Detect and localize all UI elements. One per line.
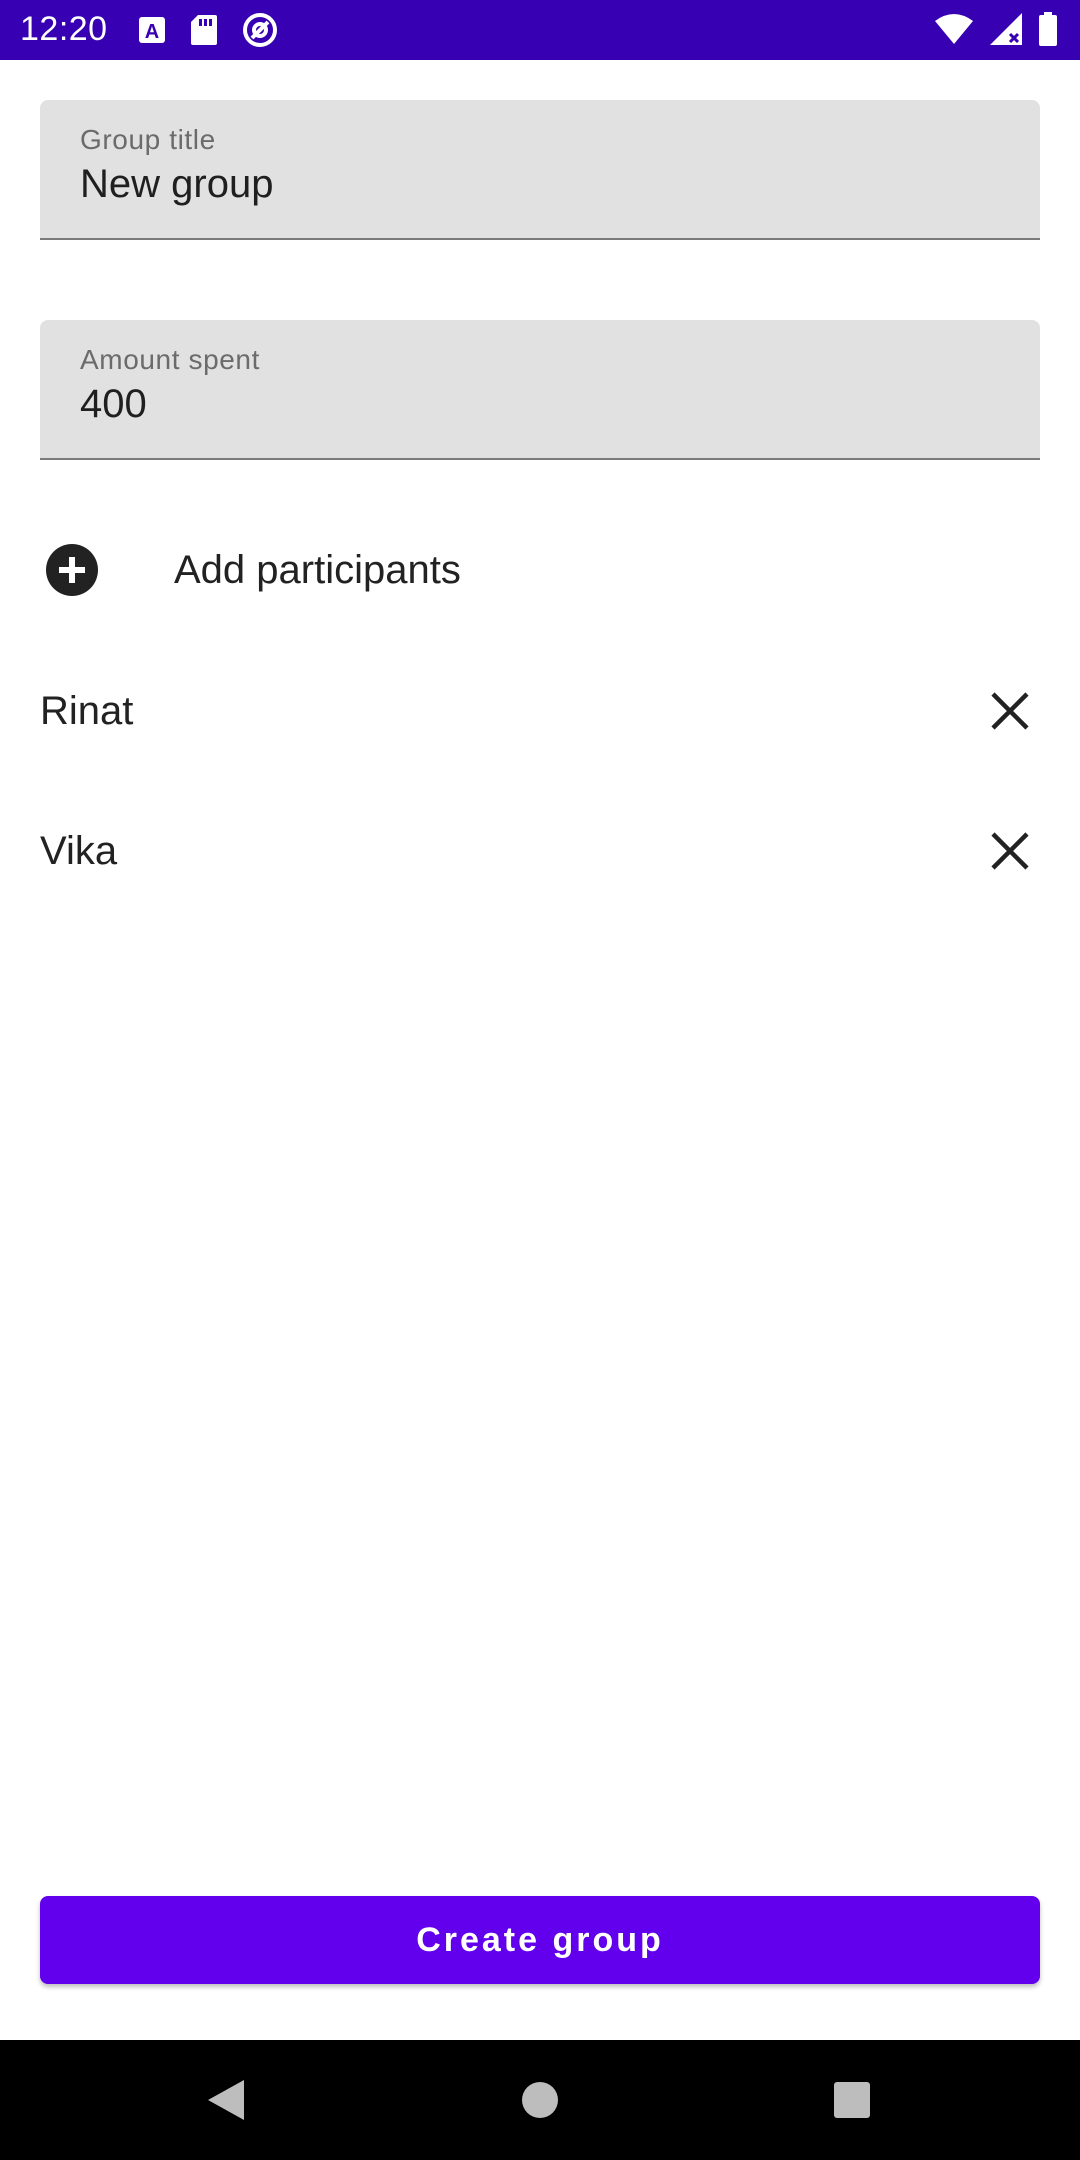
add-participants-button[interactable]: Add participants <box>40 530 1040 610</box>
amount-spent-label: Amount spent <box>80 344 260 375</box>
remove-participant-button[interactable] <box>980 821 1040 881</box>
amount-spent-input[interactable] <box>80 382 980 427</box>
remove-participant-button[interactable] <box>980 681 1040 741</box>
participant-name: Vika <box>40 828 118 873</box>
group-title-input[interactable] <box>80 162 980 207</box>
create-group-screen: 12:20 A Group title New group Amount spe… <box>0 0 1080 2160</box>
recents-icon <box>834 2082 870 2118</box>
battery-icon <box>1038 12 1058 51</box>
back-icon <box>208 2080 244 2120</box>
svg-text:A: A <box>145 21 159 43</box>
participant-row: Rinat <box>40 666 1040 756</box>
sd-card-icon <box>190 14 218 51</box>
home-icon <box>522 2082 558 2118</box>
participant-row: Vika <box>40 806 1040 896</box>
create-group-button[interactable]: Create group <box>40 1896 1040 1984</box>
add-participants-label: Add participants <box>174 547 461 592</box>
recents-button[interactable] <box>792 2040 912 2160</box>
add-circle-icon <box>44 542 100 598</box>
status-right-icons <box>934 12 1058 51</box>
status-bar: 12:20 A <box>0 0 1080 60</box>
participant-name: Rinat <box>40 688 134 733</box>
back-button[interactable] <box>166 2040 286 2160</box>
a-icon: A <box>138 15 166 50</box>
group-title-field[interactable]: Group title <box>40 100 1040 240</box>
close-icon <box>991 832 1029 870</box>
home-button[interactable] <box>480 2040 600 2160</box>
close-icon <box>991 692 1029 730</box>
amount-spent-field[interactable]: Amount spent <box>40 320 1040 460</box>
status-time: 12:20 <box>20 10 108 48</box>
signal-icon <box>988 12 1024 51</box>
navigation-bar <box>0 2040 1080 2160</box>
wifi-icon <box>934 13 974 50</box>
status-left-icons: A <box>138 12 278 53</box>
group-title-label: Group title <box>80 124 216 155</box>
at-sign-icon <box>242 12 278 53</box>
